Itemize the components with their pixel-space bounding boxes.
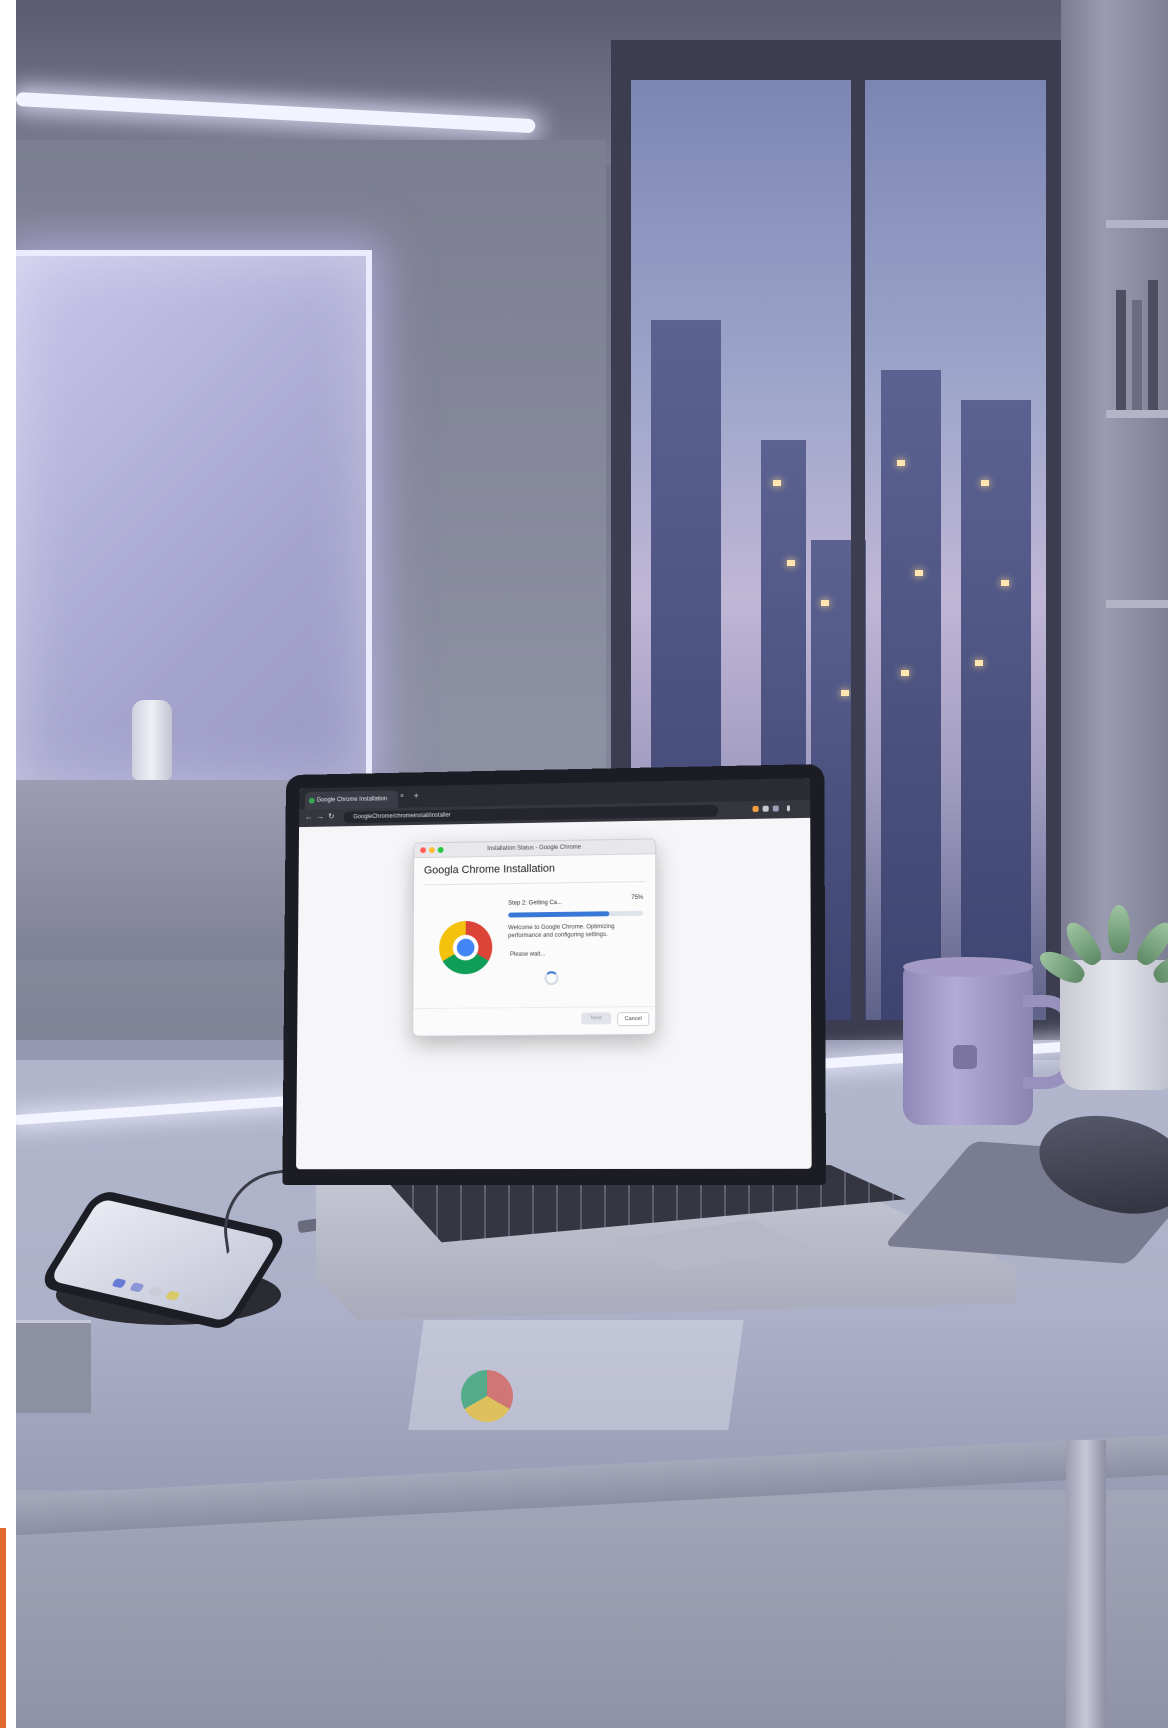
wait-label: Please wait... bbox=[509, 951, 546, 958]
backlit-wall-panel bbox=[16, 250, 372, 792]
accent-bar bbox=[0, 1528, 6, 1728]
desk-leg bbox=[1066, 1440, 1106, 1728]
window-mullion bbox=[851, 40, 865, 1040]
install-message: Welcome to Google Chrome. Optimizing per… bbox=[508, 924, 615, 940]
dialog-window-title: Installation Status - Google Chrome bbox=[487, 844, 582, 853]
dialog-titlebar: Installation Status - Google Chrome bbox=[414, 839, 656, 859]
extension-icon[interactable] bbox=[762, 805, 769, 812]
forward-arrow-icon[interactable]: → bbox=[316, 812, 324, 821]
laptop-screen-bezel: Google Chrome Installation × + ← → ↻ Goo… bbox=[282, 763, 827, 1185]
book bbox=[1116, 290, 1126, 410]
close-window-icon[interactable] bbox=[420, 847, 426, 854]
reload-icon[interactable]: ↻ bbox=[328, 812, 335, 821]
book bbox=[1148, 280, 1158, 410]
laptop-screen: Google Chrome Installation × + ← → ↻ Goo… bbox=[296, 778, 812, 1170]
camera-notch bbox=[521, 768, 582, 782]
vase bbox=[132, 700, 172, 780]
notebook bbox=[16, 1320, 91, 1413]
installer-dialog: Installation Status - Google Chrome Goog… bbox=[412, 838, 657, 1037]
progress-bar bbox=[508, 910, 644, 918]
zoom-window-icon[interactable] bbox=[437, 846, 444, 853]
profile-icon[interactable] bbox=[772, 805, 779, 812]
shelf bbox=[1106, 220, 1168, 228]
screen-reflection bbox=[408, 1320, 744, 1430]
chrome-logo-icon bbox=[439, 920, 493, 975]
tab-title: Google Chrome Installation bbox=[316, 796, 388, 804]
shelf bbox=[1106, 600, 1168, 608]
minimize-window-icon[interactable] bbox=[428, 847, 435, 854]
install-step-label: Step 2: Getting Ca... bbox=[508, 900, 562, 907]
progress-percent: 75% bbox=[631, 894, 644, 902]
tab-close-icon[interactable]: × bbox=[400, 793, 404, 800]
succulent-leaf bbox=[1108, 905, 1130, 953]
building bbox=[881, 370, 941, 1020]
book bbox=[1132, 300, 1142, 410]
left-margin bbox=[0, 0, 16, 1728]
menu-kebab-icon[interactable] bbox=[786, 805, 790, 812]
address-bar[interactable]: GoogleChrome/chromeinstall/installer bbox=[343, 804, 719, 824]
extension-icon[interactable] bbox=[752, 805, 759, 812]
coffee-mug bbox=[903, 957, 1079, 1125]
tab-favicon-icon bbox=[308, 797, 315, 804]
tab-chrome-installation[interactable]: Google Chrome Installation bbox=[304, 790, 399, 810]
building bbox=[961, 400, 1031, 1020]
dialog-heading: Googla Chrome Installation bbox=[423, 862, 556, 877]
divider bbox=[423, 881, 646, 886]
new-tab-icon[interactable]: + bbox=[414, 791, 419, 801]
mug-logo-icon bbox=[953, 1045, 977, 1069]
progress-bar-fill bbox=[508, 911, 610, 918]
loading-spinner-icon bbox=[544, 971, 559, 986]
cancel-button[interactable]: Cancel bbox=[617, 1012, 650, 1027]
next-button[interactable]: Next bbox=[581, 1012, 612, 1025]
chrome-reflection-icon bbox=[461, 1370, 513, 1422]
office-scene: Google Chrome Installation × + ← → ↻ Goo… bbox=[16, 0, 1168, 1728]
back-arrow-icon[interactable]: ← bbox=[305, 812, 313, 821]
shelf bbox=[1106, 410, 1168, 418]
divider bbox=[413, 1005, 656, 1010]
